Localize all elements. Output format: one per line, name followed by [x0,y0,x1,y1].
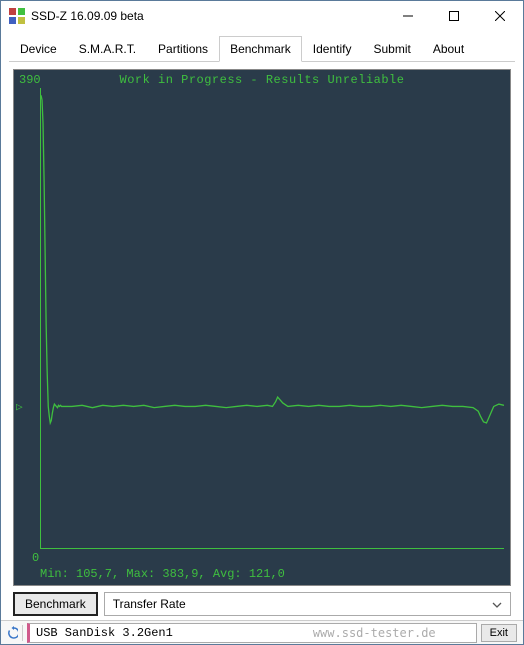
tab-device[interactable]: Device [9,36,68,62]
refresh-icon[interactable] [7,625,23,641]
benchmark-panel: Work in Progress - Results Unreliable 39… [1,63,523,620]
maximize-icon [449,11,459,21]
statusbar: USB SanDisk 3.2Gen1 www.ssd-tester.de Ex… [1,620,523,644]
tab-about[interactable]: About [422,36,475,62]
chart-title: Work in Progress - Results Unreliable [14,73,510,87]
benchmark-chart: Work in Progress - Results Unreliable 39… [13,69,511,586]
y-axis-min: 0 [32,551,39,565]
app-icon [9,8,25,24]
tab-submit[interactable]: Submit [362,36,421,62]
chart-stats: Min: 105,7, Max: 383,9, Avg: 121,0 [40,567,285,581]
current-position-marker: ▷ [16,400,23,414]
minimize-button[interactable] [385,1,431,31]
app-window: SSD-Z 16.09.09 beta DeviceS.M.A.R.T.Part… [0,0,524,645]
dropdown-selected-label: Transfer Rate [113,597,186,611]
titlebar[interactable]: SSD-Z 16.09.09 beta [1,1,523,31]
tab-smart[interactable]: S.M.A.R.T. [68,36,147,62]
tab-partitions[interactable]: Partitions [147,36,219,62]
y-axis-max: 390 [19,73,41,87]
benchmark-button[interactable]: Benchmark [13,592,98,616]
benchmark-controls: Benchmark Transfer Rate [13,592,511,616]
benchmark-mode-dropdown[interactable]: Transfer Rate [104,592,511,616]
close-button[interactable] [477,1,523,31]
close-icon [495,11,505,21]
window-title: SSD-Z 16.09.09 beta [31,9,385,23]
chart-plot-area [40,88,504,549]
drive-selector[interactable]: USB SanDisk 3.2Gen1 www.ssd-tester.de [27,623,477,643]
window-controls [385,1,523,31]
exit-button[interactable]: Exit [481,624,517,642]
tab-benchmark[interactable]: Benchmark [219,36,302,62]
minimize-icon [403,11,413,21]
watermark-text: www.ssd-tester.de [313,626,436,640]
drive-label: USB SanDisk 3.2Gen1 [36,626,173,640]
maximize-button[interactable] [431,1,477,31]
tab-identify[interactable]: Identify [302,36,363,62]
chevron-down-icon [492,597,502,611]
tab-strip: DeviceS.M.A.R.T.PartitionsBenchmarkIdent… [1,31,523,62]
